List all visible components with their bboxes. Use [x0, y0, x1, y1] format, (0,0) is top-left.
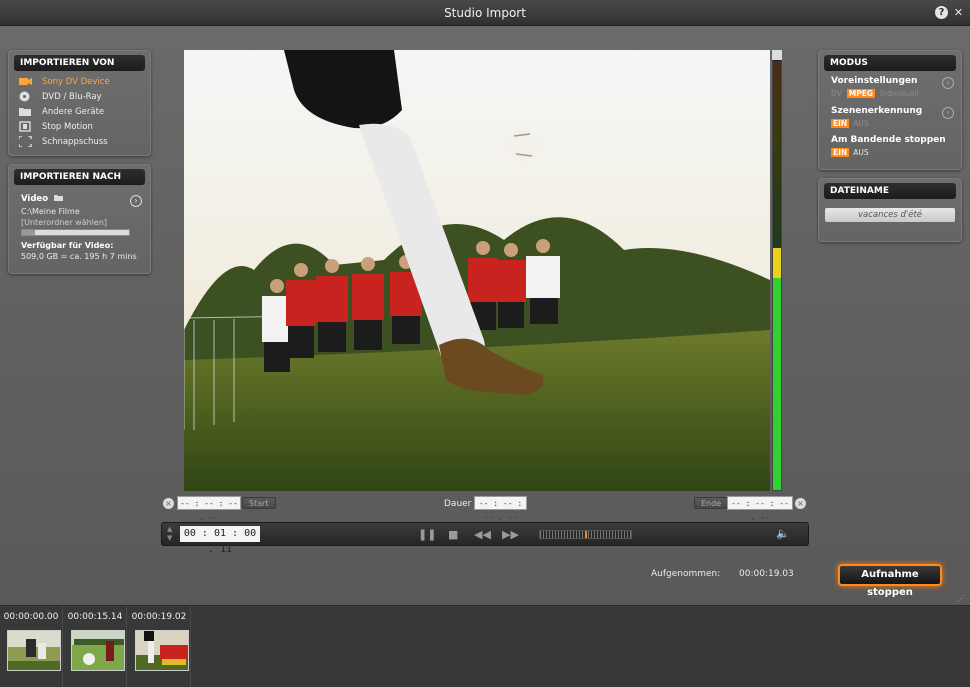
- filename-heading: DATEINAME: [824, 183, 956, 199]
- resize-grip-icon[interactable]: ⋰: [957, 594, 965, 603]
- available-label: Verfügbar für Video:: [21, 241, 114, 250]
- stop-icon[interactable]: ■: [448, 529, 458, 541]
- timecode-stepper[interactable]: ▲ ▼: [167, 525, 172, 543]
- source-item-dvd[interactable]: DVD / Blu-Ray: [19, 90, 102, 104]
- scene-detection-label: Szenenerkennung: [831, 106, 923, 116]
- recorded-value: 00:00:19.03: [739, 569, 794, 579]
- tape-end-options: EIN AUS: [831, 148, 869, 157]
- presets-arrow-icon[interactable]: ›: [942, 77, 954, 89]
- audio-level-yellow: [773, 248, 781, 278]
- mode-panel: MODUS Voreinstellungen › DV MPEG Individue…: [818, 50, 962, 170]
- transport-bar: ▲ ▼ 00 : 01 : 00 . 11 ❚❚ ■ ◀◀ ▶▶ 🔈: [161, 522, 809, 555]
- dv-camera-icon: [19, 78, 32, 85]
- clip-item[interactable]: 00:00:19.02: [128, 606, 191, 687]
- window-title: Studio Import: [444, 6, 526, 20]
- clear-start-icon[interactable]: ×: [163, 498, 174, 509]
- import-from-heading: IMPORTIEREN VON: [14, 55, 145, 71]
- scene-detection-arrow-icon[interactable]: ›: [942, 107, 954, 119]
- stop-motion-icon: [19, 121, 31, 132]
- scene-on[interactable]: EIN: [831, 119, 850, 128]
- meter-resize-handle[interactable]: [772, 50, 782, 60]
- stop-recording-button[interactable]: Aufnahme stoppen: [838, 564, 942, 598]
- shuttle-handle[interactable]: [585, 531, 587, 538]
- close-icon[interactable]: ✕: [952, 6, 965, 19]
- tape-end-off[interactable]: AUS: [853, 148, 868, 157]
- video-label: Video: [21, 194, 64, 204]
- clip-thumbnail[interactable]: [71, 630, 125, 671]
- clip-bin: 00:00:00.00 00:00:15.14 00:00:19.02: [0, 605, 970, 687]
- start-timecode[interactable]: -- : -- : -- . --: [177, 496, 241, 522]
- scene-detection-options: EIN AUS: [831, 119, 869, 128]
- audio-level-green: [773, 278, 781, 490]
- title-bar: Studio Import ? ✕: [0, 0, 970, 26]
- source-item-other-devices[interactable]: Andere Geräte: [19, 105, 104, 119]
- disk-usage-fill: [22, 230, 35, 235]
- source-item-sony-dv[interactable]: Sony DV Device: [19, 75, 110, 89]
- clip-thumbnail[interactable]: [135, 630, 189, 671]
- clip-time: 00:00:15.14: [67, 612, 123, 622]
- folder-icon: [54, 195, 64, 201]
- import-to-heading: IMPORTIEREN NACH: [14, 169, 145, 185]
- duration-label: Dauer: [444, 499, 472, 509]
- rewind-icon[interactable]: ◀◀: [474, 529, 491, 541]
- preset-mpeg[interactable]: MPEG: [846, 89, 876, 98]
- import-to-panel: IMPORTIEREN NACH Video › C:\Meine Filme …: [8, 164, 151, 274]
- audio-level-meter: [772, 50, 782, 491]
- video-frame: [184, 50, 770, 491]
- current-timecode[interactable]: 00 : 01 : 00 . 11: [180, 526, 260, 555]
- scene-off[interactable]: AUS: [853, 119, 868, 128]
- clear-end-icon[interactable]: ×: [795, 498, 806, 509]
- start-button[interactable]: Start: [242, 497, 276, 509]
- audio-level-unlit: [773, 61, 781, 248]
- preset-individual[interactable]: Individuell: [880, 89, 919, 98]
- disk-usage-bar: [21, 229, 130, 236]
- volume-icon[interactable]: 🔈: [776, 527, 790, 540]
- available-value: 509,0 GB = ca. 195 h 7 mins: [21, 252, 137, 261]
- filename-input[interactable]: vacances d'été: [825, 208, 955, 222]
- destination-path: C:\Meine Filme: [21, 207, 80, 216]
- help-icon[interactable]: ?: [935, 6, 948, 19]
- clip-item[interactable]: 00:00:00.00: [0, 606, 63, 687]
- end-button[interactable]: Ende: [694, 497, 729, 509]
- duration-timecode: -- : -- : -- . --: [474, 496, 527, 522]
- clip-time: 00:00:00.00: [3, 612, 59, 622]
- video-preview: [184, 50, 770, 491]
- folder-icon: [19, 108, 31, 116]
- snapshot-icon: [19, 136, 32, 147]
- fast-forward-icon[interactable]: ▶▶: [502, 529, 519, 541]
- tape-end-on[interactable]: EIN: [831, 148, 850, 157]
- preset-dv[interactable]: DV: [831, 89, 842, 98]
- source-item-stop-motion[interactable]: Stop Motion: [19, 120, 93, 134]
- presets-options: DV MPEG Individuell: [831, 89, 919, 98]
- clip-time: 00:00:19.02: [131, 612, 187, 622]
- shuttle-slider[interactable]: [539, 530, 632, 539]
- subfolder-link[interactable]: [Unterordner wählen]: [21, 218, 107, 227]
- filename-panel: DATEINAME vacances d'été: [818, 178, 962, 242]
- disc-icon: [19, 91, 30, 102]
- tape-end-label: Am Bandende stoppen: [831, 135, 946, 145]
- pause-icon[interactable]: ❚❚: [418, 529, 436, 541]
- presets-label: Voreinstellungen: [831, 76, 918, 86]
- clip-thumbnail[interactable]: [7, 630, 61, 671]
- import-from-panel: IMPORTIEREN VON Sony DV Device DVD / Blu…: [8, 50, 151, 156]
- mode-heading: MODUS: [824, 55, 956, 71]
- clip-item[interactable]: 00:00:15.14: [64, 606, 127, 687]
- choose-folder-arrow-icon[interactable]: ›: [130, 195, 142, 207]
- source-item-snapshot[interactable]: Schnappschuss: [19, 135, 108, 149]
- recorded-label: Aufgenommen:: [651, 569, 721, 579]
- end-timecode[interactable]: -- : -- : -- . --: [727, 496, 793, 522]
